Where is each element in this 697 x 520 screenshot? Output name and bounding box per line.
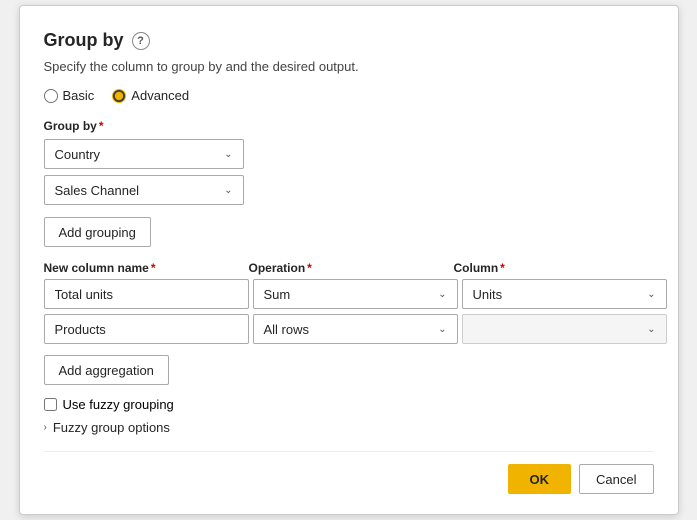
add-grouping-button[interactable]: Add grouping bbox=[44, 217, 151, 247]
chevron-down-icon-op-1: ⌄ bbox=[438, 289, 446, 300]
advanced-label: Advanced bbox=[131, 88, 189, 103]
chevron-down-icon-2: ⌄ bbox=[224, 185, 232, 196]
group-by-section: Group by* Country ⌄ Sales Channel ⌄ bbox=[44, 119, 654, 205]
group-by-dialog: Group by ? Specify the column to group b… bbox=[19, 5, 679, 515]
group-by-dropdown-1-row: Country ⌄ bbox=[44, 139, 654, 169]
group-by-dropdown-1-value: Country bbox=[55, 147, 101, 162]
basic-radio-label[interactable]: Basic bbox=[44, 88, 95, 103]
fuzzy-group-options-label: Fuzzy group options bbox=[53, 420, 170, 435]
column-header: Column* bbox=[454, 261, 659, 275]
dialog-title: Group by bbox=[44, 30, 124, 51]
ok-button[interactable]: OK bbox=[508, 464, 572, 494]
agg-row-2-column-dropdown: ⌄ bbox=[462, 314, 667, 344]
basic-label: Basic bbox=[63, 88, 95, 103]
cancel-button[interactable]: Cancel bbox=[579, 464, 653, 494]
group-by-dropdown-2-row: Sales Channel ⌄ bbox=[44, 175, 654, 205]
dialog-footer: OK Cancel bbox=[44, 451, 654, 494]
agg-row-1-operation-dropdown[interactable]: Sum ⌄ bbox=[253, 279, 458, 309]
dialog-subtitle: Specify the column to group by and the d… bbox=[44, 59, 654, 74]
fuzzy-grouping-row: Use fuzzy grouping bbox=[44, 397, 654, 412]
new-column-name-header: New column name* bbox=[44, 261, 249, 275]
agg-row-1-column-value: Units bbox=[473, 287, 503, 302]
advanced-radio[interactable] bbox=[112, 89, 126, 103]
aggregation-row-2: All rows ⌄ ⌄ bbox=[44, 314, 654, 344]
chevron-down-icon-col-1: ⌄ bbox=[647, 289, 655, 300]
help-icon[interactable]: ? bbox=[132, 32, 150, 50]
group-by-dropdown-1[interactable]: Country ⌄ bbox=[44, 139, 244, 169]
mode-radio-group: Basic Advanced bbox=[44, 88, 654, 103]
operation-header: Operation* bbox=[249, 261, 454, 275]
advanced-radio-label[interactable]: Advanced bbox=[112, 88, 189, 103]
group-by-dropdown-2[interactable]: Sales Channel ⌄ bbox=[44, 175, 244, 205]
agg-row-2-operation-value: All rows bbox=[264, 322, 310, 337]
agg-row-2-column-cell: ⌄ bbox=[462, 314, 667, 344]
fuzzy-group-options-row[interactable]: › Fuzzy group options bbox=[44, 420, 654, 435]
fuzzy-grouping-label: Use fuzzy grouping bbox=[63, 397, 174, 412]
chevron-down-icon-col-2: ⌄ bbox=[647, 324, 655, 335]
basic-radio[interactable] bbox=[44, 89, 58, 103]
agg-row-1-column-cell: Units ⌄ bbox=[462, 279, 667, 309]
agg-row-2-operation-cell: All rows ⌄ bbox=[253, 314, 458, 344]
add-aggregation-button[interactable]: Add aggregation bbox=[44, 355, 169, 385]
agg-row-2-name-input[interactable] bbox=[44, 314, 249, 344]
agg-row-2-name-cell bbox=[44, 314, 249, 344]
agg-row-2-operation-dropdown[interactable]: All rows ⌄ bbox=[253, 314, 458, 344]
dialog-title-row: Group by ? bbox=[44, 30, 654, 51]
fuzzy-grouping-checkbox[interactable] bbox=[44, 398, 57, 411]
agg-row-1-name-cell bbox=[44, 279, 249, 309]
aggregation-row-1: Sum ⌄ Units ⌄ bbox=[44, 279, 654, 309]
chevron-down-icon-op-2: ⌄ bbox=[438, 324, 446, 335]
agg-row-1-column-dropdown[interactable]: Units ⌄ bbox=[462, 279, 667, 309]
agg-row-1-name-input[interactable] bbox=[44, 279, 249, 309]
agg-row-1-operation-cell: Sum ⌄ bbox=[253, 279, 458, 309]
chevron-down-icon-1: ⌄ bbox=[224, 149, 232, 160]
group-by-dropdown-2-value: Sales Channel bbox=[55, 183, 140, 198]
aggregation-headers: New column name* Operation* Column* bbox=[44, 261, 654, 275]
chevron-right-icon: › bbox=[44, 422, 47, 433]
agg-row-1-operation-value: Sum bbox=[264, 287, 291, 302]
group-by-label: Group by* bbox=[44, 119, 654, 133]
